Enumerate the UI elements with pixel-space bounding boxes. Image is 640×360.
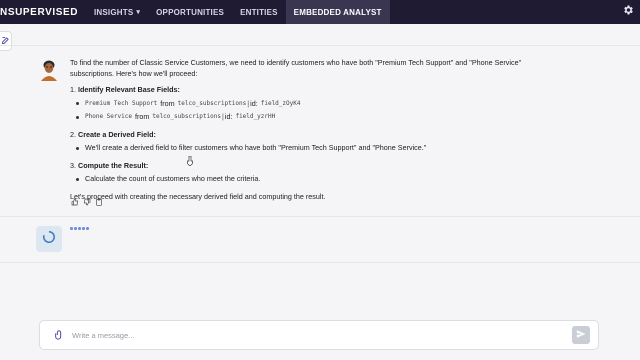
nav-entities[interactable]: ENTITIES <box>232 0 286 24</box>
message-closing: Let's proceed with creating the necessar… <box>70 191 326 201</box>
separator: | <box>221 112 224 121</box>
field-name: Premium Tech Support <box>85 99 158 107</box>
message-intro: To find the number of Classic Service Cu… <box>70 58 522 78</box>
typing-dot <box>82 227 85 230</box>
nav-opportunities[interactable]: OPPORTUNITIES <box>148 0 232 24</box>
copy-icon[interactable] <box>94 197 103 206</box>
typing-dot <box>74 227 77 230</box>
step-2: 2. Create a Derived Field: We'll create … <box>70 130 540 154</box>
spinner-icon <box>42 230 56 249</box>
message-divider <box>0 45 640 46</box>
chevron-down-icon: ▾ <box>136 9 141 16</box>
message-feedback <box>70 197 103 206</box>
new-chat-button[interactable] <box>0 31 12 51</box>
top-nav-bar: NSUPERVISED INSIGHTS ▾ OPPORTUNITIES ENT… <box>0 0 640 24</box>
step-colon: : <box>153 129 156 139</box>
field-id: field_zOyK4 <box>260 99 301 107</box>
step-detail: We'll create a derived field to filter c… <box>76 143 540 154</box>
id-label: id: <box>250 98 258 108</box>
step-title: Create a Derived Field <box>78 129 154 139</box>
brand-logo[interactable]: NSUPERVISED <box>0 7 80 18</box>
user-avatar <box>39 59 59 81</box>
step-title: Identify Relevant Base Fields <box>78 85 178 94</box>
nav-insights-label: INSIGHTS <box>94 7 134 17</box>
step-text: Calculate the count of customers who mee… <box>85 174 261 183</box>
from-word: from <box>160 98 175 108</box>
message-composer <box>39 320 599 350</box>
step-number: 3. <box>70 160 76 170</box>
step-number: 1. <box>70 85 76 94</box>
nav-opportunities-label: OPPORTUNITIES <box>156 7 225 17</box>
nav-embedded-analyst[interactable]: EMBEDDED ANALYST <box>285 0 390 24</box>
step-3: 3. Compute the Result: Calculate the cou… <box>70 161 540 185</box>
typing-dot <box>70 227 73 230</box>
step-text: We'll create a derived field to filter c… <box>85 143 427 152</box>
table-name: telco_subscriptions <box>152 113 221 120</box>
send-icon <box>576 326 586 344</box>
bullet <box>76 146 79 150</box>
step-colon: : <box>145 160 149 170</box>
nav-embedded-analyst-label: EMBEDDED ANALYST <box>293 7 382 17</box>
step-title: Compute the Result <box>78 160 146 170</box>
field-name: Phone Service <box>85 113 132 120</box>
assistant-avatar <box>36 226 62 252</box>
step-colon: : <box>177 85 180 94</box>
thumbs-up-icon[interactable] <box>70 197 79 206</box>
message-input[interactable] <box>72 330 572 340</box>
thumbs-down-icon[interactable] <box>82 197 91 206</box>
bullet <box>76 115 79 119</box>
from-word: from <box>134 112 150 121</box>
paperclip-icon[interactable] <box>48 320 70 350</box>
id-label: id: <box>224 112 233 121</box>
gear-icon[interactable] <box>620 4 636 20</box>
field-item: Phone Service from telco_subscriptions |… <box>76 112 540 123</box>
assistant-message: To find the number of Classic Service Cu… <box>70 58 540 208</box>
step-number: 2. <box>70 129 76 139</box>
send-button[interactable] <box>572 326 590 344</box>
bullet <box>76 102 79 106</box>
main-nav: INSIGHTS ▾ OPPORTUNITIES ENTITIES EMBEDD… <box>86 0 390 24</box>
table-name: telco_subscriptions <box>177 99 247 107</box>
field-id: field_yzrHH <box>235 113 276 120</box>
nav-entities-label: ENTITIES <box>240 7 278 17</box>
message-divider <box>0 216 640 217</box>
separator: | <box>247 98 250 108</box>
step-detail: Calculate the count of customers who mee… <box>76 174 540 185</box>
nav-insights[interactable]: INSIGHTS ▾ <box>86 0 148 24</box>
message-divider <box>0 262 640 263</box>
step-1: 1. Identify Relevant Base Fields: Premiu… <box>70 85 540 123</box>
mouse-cursor-icon <box>186 153 194 167</box>
bullet <box>76 177 79 181</box>
typing-dot <box>86 227 89 230</box>
edit-icon <box>1 32 10 50</box>
typing-indicator <box>70 227 89 230</box>
field-item: Premium Tech Support from telco_subscrip… <box>76 99 540 110</box>
typing-dot <box>78 227 81 230</box>
